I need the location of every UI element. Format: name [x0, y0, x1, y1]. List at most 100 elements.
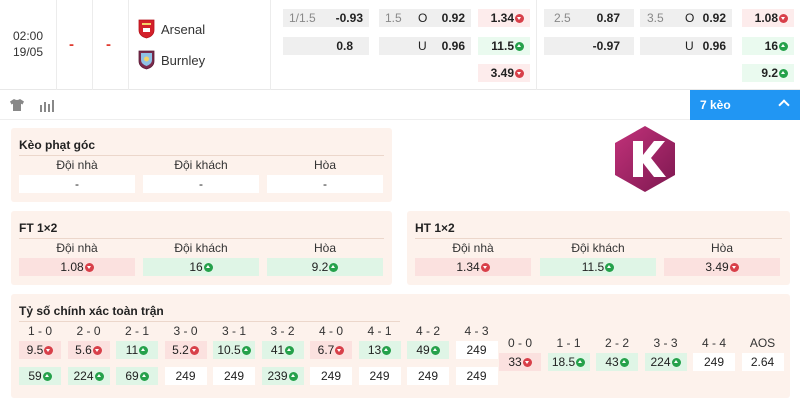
- match-row: 02:00 19/05 - - Arsenal Burnley 1/1.5 -0…: [0, 0, 800, 90]
- hdp-h1-home-cell[interactable]: 2.5 0.87: [544, 9, 634, 27]
- arsenal-crest-icon: [138, 19, 155, 39]
- ht-value-draw[interactable]: 3.49: [664, 258, 780, 276]
- chevron-up-icon: [778, 99, 790, 111]
- score-away-value[interactable]: 224: [67, 367, 110, 385]
- arrow-down-icon: [779, 14, 788, 23]
- draw-score-value-text: 33: [508, 355, 522, 369]
- ft-header-away: Đội khách: [174, 241, 228, 255]
- ou-h1-over-cell[interactable]: 3.5 O 0.92: [640, 9, 732, 27]
- arrow-up-icon: [779, 69, 788, 78]
- score-away-value[interactable]: 249: [358, 367, 401, 385]
- arrow-down-icon: [92, 346, 102, 355]
- score-away-value[interactable]: 249: [164, 367, 207, 385]
- arrow-up-icon: [779, 42, 788, 51]
- ft-value-draw[interactable]: 9.2: [267, 258, 383, 276]
- score-away-value[interactable]: 249: [213, 367, 255, 385]
- ht-value-away[interactable]: 11.5: [540, 258, 656, 276]
- score-away-value-text: 239: [267, 369, 288, 383]
- score-home-value[interactable]: 249: [455, 341, 498, 359]
- ht-value-home[interactable]: 1.34: [415, 258, 531, 276]
- score-away-value-text: 59: [28, 369, 42, 383]
- score-home-value-text: 249: [466, 343, 487, 357]
- corner-header-draw: Hòa: [313, 158, 336, 172]
- ou-h1-under: 0.96: [702, 39, 726, 53]
- score-home-value-text: 10.5: [217, 343, 241, 357]
- score-away-value[interactable]: 239: [261, 367, 304, 385]
- draw-score-value[interactable]: 2.64: [741, 353, 784, 371]
- ou-ft-over-cell[interactable]: 1.5 O 0.92: [379, 9, 471, 27]
- score-home-value[interactable]: 5.6: [67, 341, 110, 359]
- hdp-ft-home-cell[interactable]: 1/1.5 -0.93: [283, 9, 369, 27]
- ft-1x2-title: FT 1×2: [19, 221, 58, 235]
- draw-score-value-text: 43: [605, 355, 619, 369]
- score-home-value[interactable]: 6.7: [310, 341, 352, 359]
- ht-value-draw-text: 3.49: [705, 260, 729, 274]
- corner-value-home[interactable]: -: [19, 175, 135, 193]
- score-away-value[interactable]: 249: [310, 367, 352, 385]
- ft-value-home-text: 1.08: [60, 260, 84, 274]
- score-home-value[interactable]: 13: [358, 341, 401, 359]
- x12-ft-draw-cell[interactable]: 3.49: [478, 64, 530, 82]
- ft-value-home[interactable]: 1.08: [19, 258, 135, 276]
- corner-header-home: Đội nhà: [56, 158, 98, 172]
- draw-score-value[interactable]: 43: [596, 353, 638, 371]
- match-time: 02:00 19/05: [0, 28, 56, 60]
- draw-score-value[interactable]: 33: [499, 353, 541, 371]
- hdp-ft-away: 0.8: [336, 39, 353, 53]
- score-home-value[interactable]: 5.2: [164, 341, 207, 359]
- draw-score-value[interactable]: 18.5: [547, 353, 590, 371]
- jersey-icon[interactable]: [9, 98, 25, 112]
- draw-score-value[interactable]: 224: [644, 353, 687, 371]
- x12-ft-home-cell[interactable]: 1.34: [478, 9, 530, 27]
- ou-h1-under-cell[interactable]: U 0.96: [640, 37, 732, 55]
- x12-h1-away-cell[interactable]: 16: [742, 37, 794, 55]
- ft-value-draw-text: 9.2: [311, 260, 329, 274]
- hdp-h1-line: 2.5: [554, 11, 571, 25]
- away-team[interactable]: Burnley: [138, 50, 205, 70]
- score-away-value[interactable]: 249: [455, 367, 498, 385]
- ht-value-home-text: 1.34: [456, 260, 480, 274]
- score-home-value-text: 41: [270, 343, 285, 357]
- hdp-ft-away-cell[interactable]: 0.8: [283, 37, 369, 55]
- score-label-text: 3 - 0: [173, 324, 198, 338]
- x12-ft-away-cell[interactable]: 11.5: [478, 37, 530, 55]
- ht-header-home: Đội nhà: [452, 241, 494, 255]
- corner-value-away[interactable]: -: [143, 175, 259, 193]
- draw-score-label-text: 0 - 0: [507, 336, 532, 350]
- home-team[interactable]: Arsenal: [138, 19, 205, 39]
- draw-score-value-text: 2.64: [750, 355, 775, 369]
- corner-value-draw[interactable]: -: [267, 175, 383, 193]
- x12-h1-home-cell[interactable]: 1.08: [742, 9, 794, 27]
- ou-ft-under-cell[interactable]: U 0.96: [379, 37, 471, 55]
- score-away-value[interactable]: 249: [407, 367, 449, 385]
- arrow-up-icon: [382, 346, 392, 355]
- draw-score-label: 4 - 4: [693, 336, 735, 350]
- score-away-value[interactable]: 69: [116, 367, 158, 385]
- ft-value-away[interactable]: 16: [143, 258, 259, 276]
- kickoff-time: 02:00: [12, 29, 44, 43]
- draw-score-value[interactable]: 249: [693, 353, 735, 371]
- score-home-value[interactable]: 41: [261, 341, 304, 359]
- score-away-value-text: 249: [466, 369, 487, 383]
- score-label-text: 3 - 2: [270, 324, 295, 338]
- hdp-h1-away-cell[interactable]: -0.97: [544, 37, 634, 55]
- ou-ft-under: 0.96: [441, 39, 465, 53]
- score-home-value[interactable]: 10.5: [213, 341, 255, 359]
- more-odds-button[interactable]: 7 kèo: [690, 90, 800, 120]
- draw-score-label: 1 - 1: [548, 336, 590, 350]
- corner-kick-panel: Kèo phạt góc Đội nhà Đội khách Hòa - - -: [11, 128, 392, 202]
- score-home-value[interactable]: 9.5: [19, 341, 61, 359]
- arrow-down-icon: [729, 263, 739, 272]
- ou-ft-over: 0.92: [441, 11, 465, 25]
- arrow-down-icon: [189, 346, 199, 355]
- x12-h1-draw-cell[interactable]: 9.2: [742, 64, 794, 82]
- score-home-value[interactable]: 49: [407, 341, 449, 359]
- score-label: 4 - 0: [310, 324, 352, 338]
- x12-ft-draw: 3.49: [490, 66, 514, 80]
- arrow-down-icon: [335, 346, 345, 355]
- score-home-value[interactable]: 11: [116, 341, 158, 359]
- ou-ft-over-label: O: [418, 11, 428, 25]
- stats-icon[interactable]: [39, 98, 55, 112]
- score-away-value[interactable]: 59: [19, 367, 61, 385]
- corner-header-away: Đội khách: [174, 158, 228, 172]
